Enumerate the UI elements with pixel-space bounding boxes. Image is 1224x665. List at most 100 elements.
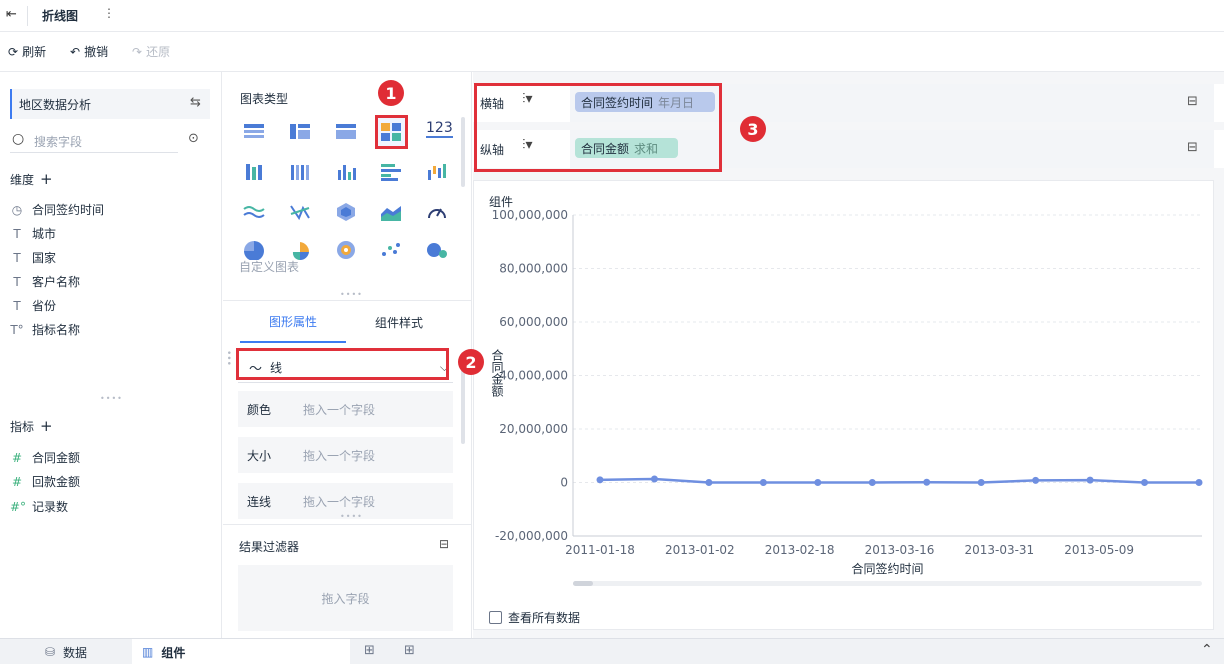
measure-item[interactable]: #° 记录数 [10, 498, 68, 515]
rose-chart-icon[interactable] [289, 240, 311, 260]
table-chart-icon[interactable] [243, 122, 265, 142]
show-all-label: 查看所有数据 [508, 611, 581, 625]
dimension-item[interactable]: T 国家 [10, 249, 56, 266]
chart-types-scrollbar[interactable] [461, 117, 465, 187]
collapse-icon[interactable]: ⌃ [1201, 642, 1213, 658]
redo-button[interactable]: ↷ 还原 [132, 43, 170, 60]
dataset-selector[interactable]: 地区数据分析 ⇆ [10, 89, 210, 119]
field-label: 省份 [32, 299, 57, 313]
x-tick-label: 2013-05-09 [1064, 543, 1134, 557]
tab-data[interactable]: ⛁ 数据 [0, 639, 132, 665]
measure-item[interactable]: # 合同金额 [10, 449, 80, 466]
scatter-chart-icon[interactable] [380, 240, 402, 260]
cross-table-icon[interactable] [289, 122, 311, 142]
step-badge: 1 [378, 80, 404, 106]
data-point [596, 476, 604, 484]
grouped-table-icon[interactable] [243, 162, 265, 182]
prop-hint: 拖入一个字段 [303, 402, 376, 417]
refresh-button[interactable]: ⟳ 刷新 [8, 43, 46, 60]
filter-settings-icon[interactable]: ⊟ [439, 537, 449, 551]
divider [27, 6, 28, 26]
result-filter-drop-zone[interactable]: 拖入字段 [238, 565, 453, 631]
prop-label: 大小 [247, 448, 272, 463]
size-drop-zone[interactable]: 大小 拖入一个字段 [238, 437, 453, 473]
tab-component-style[interactable]: 组件样式 [346, 301, 452, 343]
divider [223, 524, 472, 525]
x-tick-label: 2013-03-16 [865, 543, 935, 557]
area-chart-icon[interactable] [380, 202, 402, 222]
panel-resize-handle[interactable]: ••• [223, 350, 233, 366]
column-chart-icon[interactable] [335, 162, 357, 182]
data-point [923, 478, 931, 486]
undo-button[interactable]: ↶ 撤销 [70, 43, 108, 60]
more-options-icon[interactable]: ⊙ [188, 131, 199, 146]
tab-widget[interactable]: ▥ 组件 [132, 639, 350, 665]
field-label: 回款金额 [32, 475, 81, 489]
exit-icon[interactable]: ⇤ [6, 7, 17, 22]
tab-graph-properties[interactable]: 图形属性 [240, 301, 346, 343]
measures-header: 指标 + [10, 417, 53, 435]
lock-axis-icon[interactable]: ⊟ [1187, 140, 1198, 155]
tab-label: 组件样式 [374, 315, 423, 330]
data-point [1086, 476, 1094, 484]
undo-icon: ↶ [70, 44, 81, 59]
resize-handle[interactable]: •••• [340, 290, 363, 299]
bubble-chart-icon[interactable] [426, 240, 448, 260]
data-point [1141, 479, 1149, 486]
bar-chart-icon[interactable] [380, 162, 402, 182]
radar-line-icon[interactable] [289, 202, 311, 222]
measures-label: 指标 [10, 419, 35, 434]
sunburst-chart-icon[interactable] [335, 240, 357, 260]
resize-handle[interactable]: •••• [100, 394, 123, 403]
y-tick-label: 0 [560, 476, 568, 490]
field-label: 客户名称 [32, 275, 81, 289]
refresh-label: 刷新 [22, 45, 47, 59]
pie-chart-icon[interactable] [243, 240, 265, 260]
y-tick-label: -20,000,000 [495, 529, 568, 543]
search-input[interactable]: 搜索字段 [34, 133, 82, 150]
switch-dataset-icon[interactable]: ⇆ [190, 95, 201, 110]
add-dimension-icon[interactable]: + [40, 170, 53, 188]
field-label: 记录数 [32, 500, 69, 514]
dimension-item[interactable]: ◷ 合同签约时间 [10, 201, 104, 218]
show-all-checkbox[interactable] [489, 611, 502, 624]
custom-chart-link[interactable]: 自定义图表 [239, 258, 299, 275]
dimension-item[interactable]: T 省份 [10, 297, 56, 314]
measure-item[interactable]: # 回款金额 [10, 473, 80, 490]
dimensions-label: 维度 [10, 172, 35, 187]
search-field[interactable]: ○ 搜索字段 [10, 129, 178, 153]
calc-text-icon: T° [10, 322, 24, 337]
prop-label: 颜色 [247, 402, 272, 417]
props-scrollbar[interactable] [461, 362, 465, 444]
tab-label: 数据 [63, 645, 88, 660]
field-label: 指标名称 [32, 323, 81, 337]
chart-scrollbar-thumb[interactable] [573, 581, 593, 586]
show-all-data[interactable]: 查看所有数据 [489, 609, 580, 626]
resize-handle[interactable]: •••• [340, 512, 363, 521]
kpi-chart-icon[interactable]: 123 [426, 120, 453, 138]
dimension-item[interactable]: T 客户名称 [10, 273, 80, 290]
stacked-column-icon[interactable] [289, 162, 311, 182]
lock-axis-icon[interactable]: ⊟ [1187, 94, 1198, 109]
dimensions-header: 维度 + [10, 170, 53, 188]
line-chart-icon[interactable] [243, 202, 265, 222]
add-measure-icon[interactable]: + [40, 417, 53, 435]
add-widget-icon[interactable]: ⊞ [364, 643, 375, 658]
data-point [868, 479, 876, 486]
prop-hint: 拖入一个字段 [303, 448, 376, 463]
waterfall-chart-icon[interactable] [426, 162, 448, 182]
chart-scrollbar-track[interactable] [573, 581, 1202, 586]
more-menu-icon[interactable]: ⋮ [103, 6, 115, 20]
add-dashboard-icon[interactable]: ⊞ [404, 643, 415, 658]
dimension-item[interactable]: T 城市 [10, 225, 56, 242]
y-tick-label: 60,000,000 [499, 315, 568, 329]
gauge-chart-icon[interactable] [426, 202, 448, 222]
detail-table-icon[interactable] [335, 122, 357, 142]
chart-types-label: 图表类型 [240, 92, 289, 106]
data-point [814, 479, 822, 486]
dimension-item[interactable]: T° 指标名称 [10, 321, 80, 338]
data-point [705, 479, 713, 486]
color-drop-zone[interactable]: 颜色 拖入一个字段 [238, 391, 453, 427]
text-type-icon: T [13, 226, 21, 241]
polygon-chart-icon[interactable] [335, 202, 357, 222]
